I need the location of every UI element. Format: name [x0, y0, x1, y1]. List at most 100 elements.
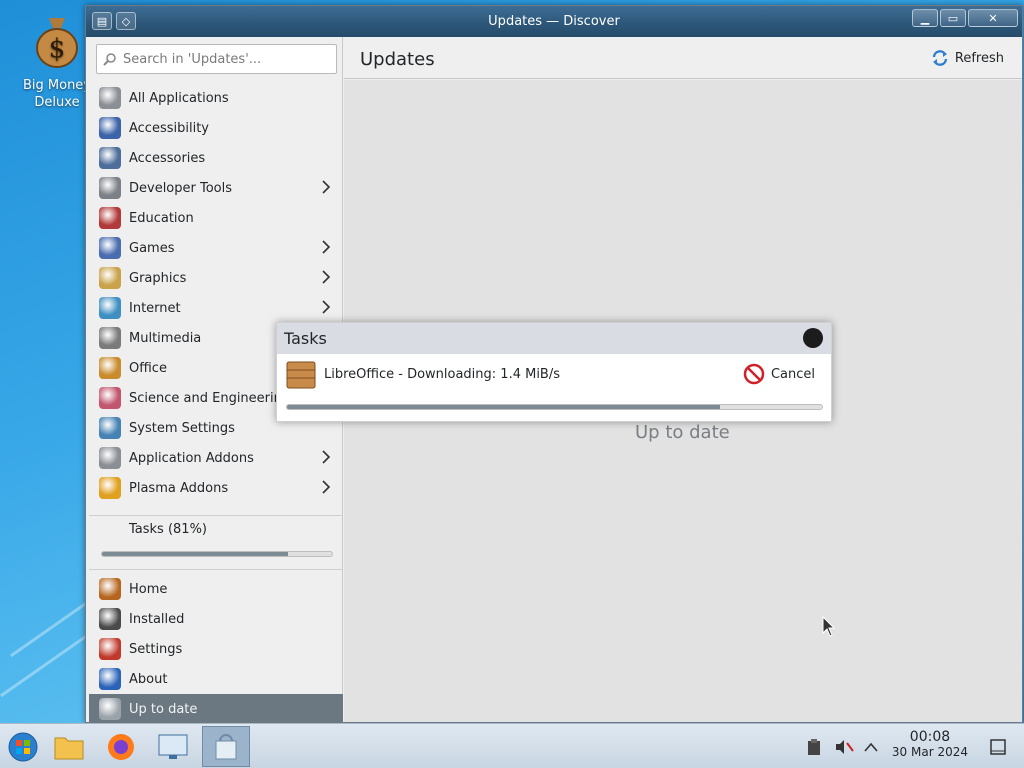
chevron-right-icon: [322, 270, 331, 284]
taskbar-firefox[interactable]: [100, 726, 142, 767]
volume-muted-icon[interactable]: [834, 724, 854, 768]
sidebar-item-accessibility[interactable]: Accessibility: [89, 113, 343, 143]
clock-time: 00:08: [909, 729, 951, 745]
package-box-icon: [286, 361, 316, 389]
home-icon: [99, 578, 121, 600]
games-icon: [99, 237, 121, 259]
accessibility-icon: [99, 117, 121, 139]
refresh-button[interactable]: Refresh: [931, 49, 1004, 67]
clock[interactable]: 00:08 30 Mar 2024: [892, 730, 968, 760]
discover-icon: [215, 733, 237, 759]
sidebar-separator: [89, 569, 343, 570]
nav-item-update-status[interactable]: Up to date: [89, 694, 343, 724]
system-settings-icon: [99, 417, 121, 439]
sidebar-item-label: Plasma Addons: [129, 480, 229, 496]
show-hidden-icons-chevron-up-icon[interactable]: [864, 724, 878, 768]
sidebar-separator: [89, 515, 343, 516]
sidebar-item-label: System Settings: [129, 420, 235, 436]
refresh-icon: [932, 50, 948, 66]
sidebar-item-label: All Applications: [129, 90, 229, 106]
chevron-right-icon: [322, 240, 331, 254]
window-title: Updates — Discover: [488, 14, 620, 29]
nav-item-label: Up to date: [129, 701, 198, 717]
education-icon: [99, 207, 121, 229]
taskbar-file-manager[interactable]: [48, 726, 90, 767]
sidebar-item-label: Developer Tools: [129, 180, 233, 196]
grid-icon: [99, 87, 121, 109]
chevron-right-icon: [322, 480, 331, 494]
sidebar-item-education[interactable]: Education: [89, 203, 343, 233]
cancel-icon: [743, 363, 765, 385]
money-bag-icon: $: [36, 18, 78, 68]
clock-date: 30 Mar 2024: [891, 745, 968, 759]
sidebar-item-label: Education: [129, 210, 194, 226]
nav-item-label: Settings: [129, 641, 183, 657]
taskbar-system-monitor[interactable]: [152, 726, 194, 767]
chevron-right-icon: [322, 450, 331, 464]
sidebar-item-application-addons[interactable]: Application Addons: [89, 443, 343, 473]
sidebar-item-label: Accessories: [129, 150, 206, 166]
application-addons-icon: [99, 447, 121, 469]
task-description: LibreOffice - Downloading: 1.4 MiB/s: [324, 366, 561, 382]
sidebar-item-label: Graphics: [129, 270, 187, 286]
taskbar-discover[interactable]: [202, 726, 250, 767]
sidebar-item-games[interactable]: Games: [89, 233, 343, 263]
clipboard-icon[interactable]: [806, 724, 822, 768]
folder-icon: [54, 737, 84, 759]
monitor-icon: [158, 734, 188, 759]
close-dialog-button[interactable]: [803, 328, 823, 348]
window-titlebar[interactable]: ▤ ◇ Updates — Discover ▁ ▭ ✕: [86, 6, 1022, 37]
sidebar-item-graphics[interactable]: Graphics: [89, 263, 343, 293]
maximize-button[interactable]: ▭: [940, 9, 966, 27]
mouse-cursor-icon: [822, 616, 836, 637]
page-header: Updates Refresh: [344, 37, 1022, 79]
nav-item-label: About: [129, 671, 168, 687]
about-icon: [99, 668, 121, 690]
update-status-icon: [99, 698, 121, 720]
refresh-label: Refresh: [954, 50, 1004, 66]
minimize-button[interactable]: ▁: [912, 9, 938, 27]
sidebar-item-label: Science and Engineering: [129, 390, 291, 406]
start-orb-icon: [8, 732, 38, 761]
sidebar-item-accessories[interactable]: Accessories: [89, 143, 343, 173]
page-title: Updates: [360, 49, 435, 70]
sidebar-item-plasma-addons[interactable]: Plasma Addons: [89, 473, 343, 503]
sidebar-item-label: Application Addons: [129, 450, 254, 466]
developer-tools-icon: [99, 177, 121, 199]
nav-item-label: Home: [129, 581, 168, 597]
sidebar-item-label: Office: [129, 360, 167, 376]
plasma-addons-icon: [99, 477, 121, 499]
up-to-date-message: Up to date: [635, 422, 730, 443]
nav-item-settings[interactable]: Settings: [89, 634, 343, 664]
tasks-dialog-header: Tasks: [277, 323, 831, 354]
close-button[interactable]: ✕: [968, 9, 1018, 27]
cancel-button[interactable]: Cancel: [743, 363, 815, 385]
show-desktop-icon[interactable]: [990, 724, 1006, 768]
firefox-icon: [108, 733, 134, 760]
tasks-dialog: Tasks LibreOffice - Downloading: 1.4 MiB…: [276, 322, 832, 422]
sidebar-item-label: Multimedia: [129, 330, 202, 346]
multimedia-icon: [99, 327, 121, 349]
sidebar-item-label: Accessibility: [129, 120, 209, 136]
start-button[interactable]: [2, 726, 44, 767]
sidebar-item-developer-tools[interactable]: Developer Tools: [89, 173, 343, 203]
tasks-dialog-title: Tasks: [284, 329, 327, 348]
nav-item-home[interactable]: Home: [89, 574, 343, 604]
science-icon: [99, 387, 121, 409]
graphics-icon: [99, 267, 121, 289]
nav-item-installed[interactable]: Installed: [89, 604, 343, 634]
search-placeholder: Search in 'Updates'...: [123, 51, 262, 67]
nav-item-about[interactable]: About: [89, 664, 343, 694]
chevron-right-icon: [322, 180, 331, 194]
chevron-right-icon: [322, 300, 331, 314]
search-input[interactable]: Search in 'Updates'...: [96, 44, 337, 74]
sidebar-item-internet[interactable]: Internet: [89, 293, 343, 323]
sidebar-item-label: Games: [129, 240, 175, 256]
installed-icon: [99, 608, 121, 630]
tasks-progress-label[interactable]: Tasks (81%): [129, 522, 207, 537]
search-icon: [103, 53, 116, 66]
sidebar-item-label: Internet: [129, 300, 181, 316]
settings-icon: [99, 638, 121, 660]
task-progress-bar: [286, 404, 823, 410]
sidebar-item-grid[interactable]: All Applications: [89, 83, 343, 113]
